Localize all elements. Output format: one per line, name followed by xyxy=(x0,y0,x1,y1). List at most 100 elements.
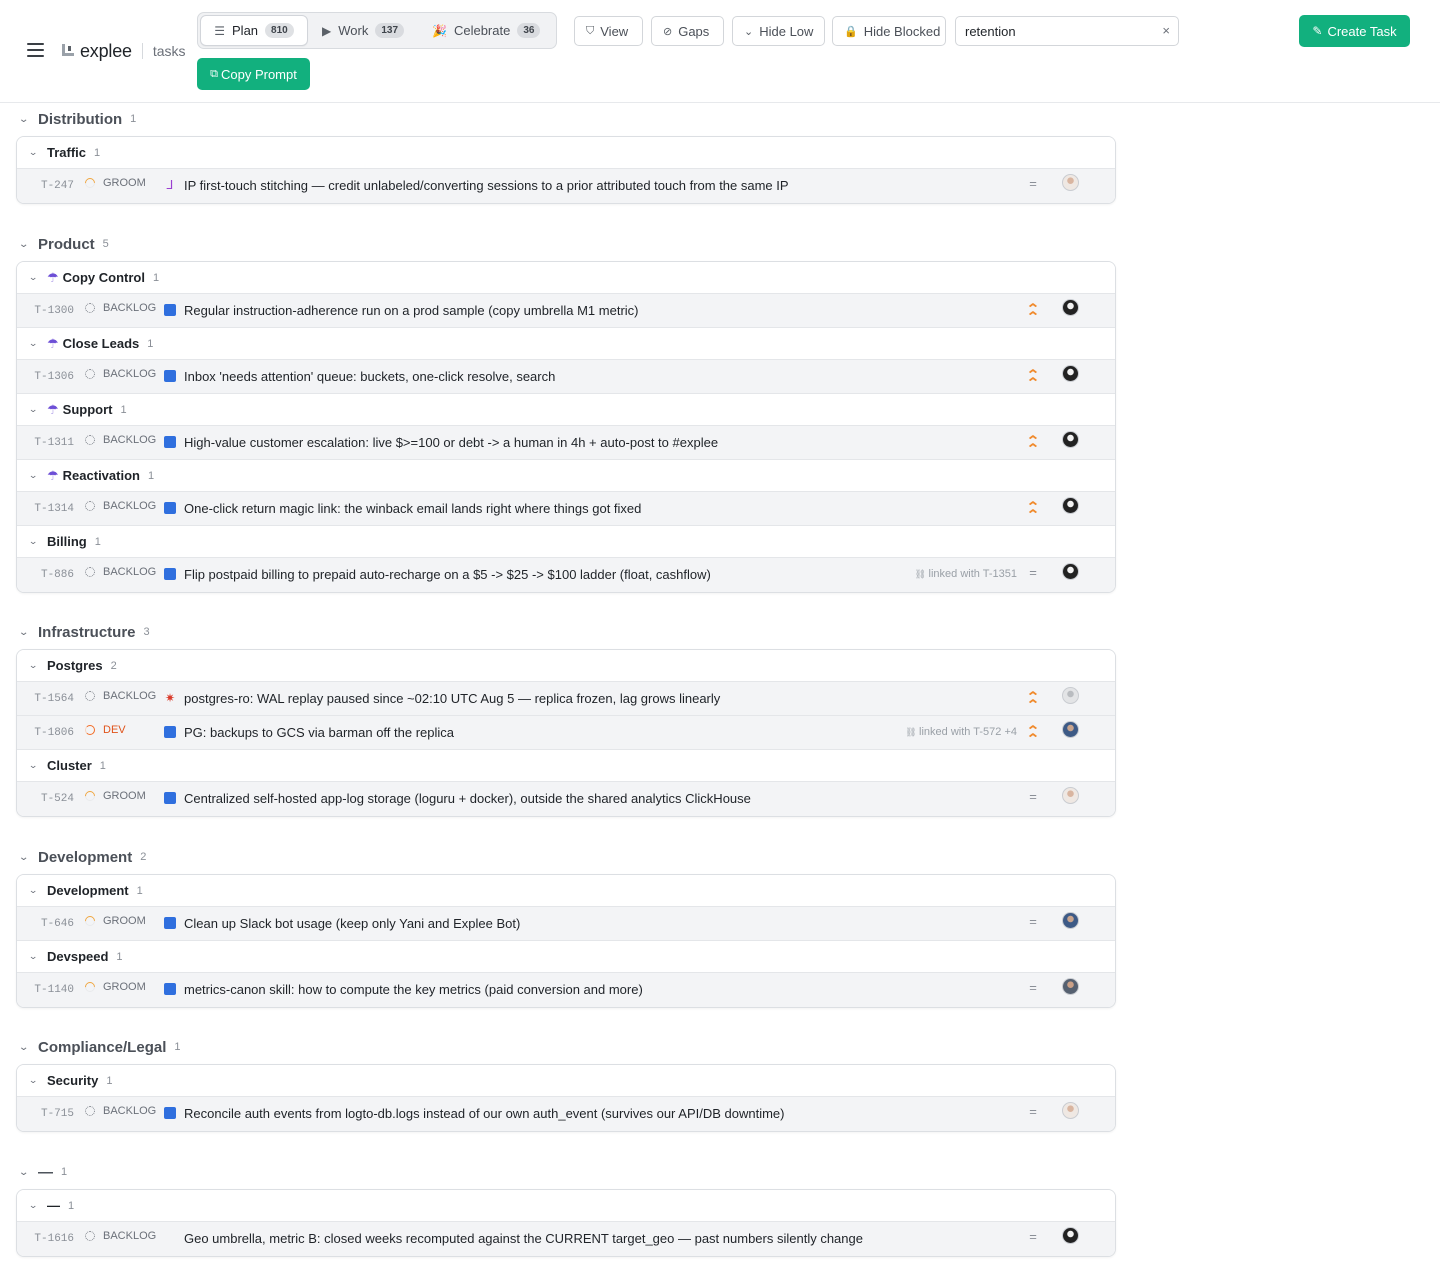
task-title[interactable]: Regular instruction-adherence run on a p… xyxy=(184,303,639,318)
chevron-down-icon[interactable]: ⌄ xyxy=(28,470,44,481)
status-badge[interactable]: GROOM xyxy=(82,979,146,995)
status-badge[interactable]: BACKLOG xyxy=(85,1105,156,1117)
subgroup-header[interactable]: ⌄ Devspeed 1 xyxy=(17,941,1115,973)
chevron-down-icon[interactable]: ⌄ xyxy=(18,1042,34,1053)
avatar[interactable] xyxy=(1062,1102,1079,1119)
task-title[interactable]: Reconcile auth events from logto-db.logs… xyxy=(184,1106,784,1121)
chevron-down-icon[interactable]: ⌄ xyxy=(28,885,44,896)
task-title[interactable]: Geo umbrella, metric B: closed weeks rec… xyxy=(184,1231,863,1246)
priority-medium-icon[interactable]: = xyxy=(1026,980,1040,995)
task-row[interactable]: T-1616 BACKLOG Geo umbrella, metric B: clo… xyxy=(17,1222,1115,1256)
subgroup-header[interactable]: ⌄ Billing 1 xyxy=(17,526,1115,558)
task-title[interactable]: PG: backups to GCS via barman off the re… xyxy=(184,725,454,740)
task-title[interactable]: IP first-touch stitching — credit unlabe… xyxy=(184,178,789,193)
avatar[interactable] xyxy=(1062,721,1079,738)
task-title[interactable]: Clean up Slack bot usage (keep only Yani… xyxy=(184,916,520,931)
status-badge[interactable]: BACKLOG xyxy=(85,302,156,314)
task-row[interactable]: T-715 BACKLOG Reconcile auth events from l… xyxy=(17,1097,1115,1131)
task-row[interactable]: T-247 GROOM ⅃ IP first-touch stitching — cr… xyxy=(17,169,1115,203)
subgroup-header[interactable]: ⌄ ☂ Reactivation 1 xyxy=(17,460,1115,492)
chevron-down-icon[interactable]: ⌄ xyxy=(28,147,44,158)
priority-high-icon[interactable]: ⌃ ⌃ xyxy=(1024,690,1042,711)
chevron-down-icon[interactable]: ⌄ xyxy=(28,404,44,415)
logo[interactable]: explee tasks xyxy=(62,40,186,62)
chevron-down-icon[interactable]: ⌄ xyxy=(18,114,34,125)
priority-medium-icon[interactable]: = xyxy=(1026,1104,1040,1119)
gaps-filter-button[interactable]: ⊘ Gaps xyxy=(651,16,724,46)
status-badge[interactable]: BACKLOG xyxy=(85,690,156,702)
task-row[interactable]: T-524 GROOM Centralized self-hosted app-lo… xyxy=(17,782,1115,816)
group-header[interactable]: ⌄ Product 5 xyxy=(18,233,109,255)
subgroup-header[interactable]: ⌄ Security 1 xyxy=(17,1065,1115,1097)
menu-icon[interactable] xyxy=(27,43,45,57)
status-badge[interactable]: DEV xyxy=(85,724,126,736)
chevron-down-icon[interactable]: ⌄ xyxy=(28,760,44,771)
create-task-button[interactable]: ✎ Create Task xyxy=(1299,15,1410,47)
task-row[interactable]: T-1564 BACKLOG ✷ postgres-ro: WAL replay pa… xyxy=(17,682,1115,716)
group-header[interactable]: ⌄ — 1 xyxy=(18,1161,67,1183)
avatar[interactable] xyxy=(1062,365,1079,382)
task-title[interactable]: metrics-canon skill: how to compute the … xyxy=(184,982,643,997)
subgroup-header[interactable]: ⌄ Traffic 1 xyxy=(17,137,1115,169)
priority-high-icon[interactable]: ⌃ ⌃ xyxy=(1024,302,1042,323)
group-header[interactable]: ⌄ Compliance/Legal 1 xyxy=(18,1036,180,1058)
tab-celebrate[interactable]: 🎉 Celebrate 36 xyxy=(432,15,541,46)
status-badge[interactable]: GROOM xyxy=(82,175,146,191)
task-row[interactable]: T-646 GROOM Clean up Slack bot usage (keep… xyxy=(17,907,1115,941)
chevron-down-icon[interactable]: ⌄ xyxy=(28,951,44,962)
subgroup-header[interactable]: ⌄ ☂ Copy Control 1 xyxy=(17,262,1115,294)
avatar[interactable] xyxy=(1062,978,1079,995)
task-row[interactable]: T-1140 GROOM metrics-canon skill: how to c… xyxy=(17,973,1115,1007)
status-badge[interactable]: BACKLOG xyxy=(85,500,156,512)
task-title[interactable]: Inbox 'needs attention' queue: buckets, … xyxy=(184,369,555,384)
clear-search-icon[interactable]: × xyxy=(1162,23,1170,38)
priority-high-icon[interactable]: ⌃ ⌃ xyxy=(1024,724,1042,745)
avatar[interactable] xyxy=(1062,787,1079,804)
subgroup-header[interactable]: ⌄ ☂ Close Leads 1 xyxy=(17,328,1115,360)
view-filter-button[interactable]: ⛉ View xyxy=(574,16,643,46)
avatar[interactable] xyxy=(1062,1227,1079,1244)
status-badge[interactable]: BACKLOG xyxy=(85,1230,156,1242)
chevron-down-icon[interactable]: ⌄ xyxy=(28,272,44,283)
task-row[interactable]: T-1806 DEV PG: backups to GCS via barman o… xyxy=(17,716,1115,750)
priority-medium-icon[interactable]: = xyxy=(1026,565,1040,580)
search-field[interactable]: × xyxy=(955,16,1179,46)
linked-tasks[interactable]: ⛓ linked with T-1351 xyxy=(915,568,1017,580)
status-badge[interactable]: BACKLOG xyxy=(85,434,156,446)
avatar[interactable] xyxy=(1062,912,1079,929)
task-row[interactable]: T-1300 BACKLOG Regular instruction-adheren… xyxy=(17,294,1115,328)
chevron-down-icon[interactable]: ⌄ xyxy=(18,1167,34,1178)
task-title[interactable]: Flip postpaid billing to prepaid auto-re… xyxy=(184,567,711,582)
task-row[interactable]: T-1311 BACKLOG High-value customer escalat… xyxy=(17,426,1115,460)
task-title[interactable]: One-click return magic link: the winback… xyxy=(184,501,641,516)
task-row[interactable]: T-1314 BACKLOG One-click return magic link… xyxy=(17,492,1115,526)
avatar[interactable] xyxy=(1062,431,1079,448)
subgroup-header[interactable]: ⌄ Cluster 1 xyxy=(17,750,1115,782)
avatar[interactable] xyxy=(1062,687,1079,704)
avatar[interactable] xyxy=(1062,174,1079,191)
linked-tasks[interactable]: ⛓ linked with T-572 +4 xyxy=(905,726,1017,738)
task-title[interactable]: postgres-ro: WAL replay paused since ~02… xyxy=(184,691,720,706)
hide-blocked-button[interactable]: 🔒 Hide Blocked xyxy=(832,16,946,46)
chevron-down-icon[interactable]: ⌄ xyxy=(18,852,34,863)
subgroup-header[interactable]: ⌄ ☂ Support 1 xyxy=(17,394,1115,426)
chevron-down-icon[interactable]: ⌄ xyxy=(18,627,34,638)
chevron-down-icon[interactable]: ⌄ xyxy=(28,536,44,547)
hide-low-button[interactable]: ⌄ Hide Low xyxy=(732,16,825,46)
tab-work[interactable]: ▶ Work 137 xyxy=(322,15,405,46)
avatar[interactable] xyxy=(1062,497,1079,514)
task-title[interactable]: Centralized self-hosted app-log storage … xyxy=(184,791,751,806)
subgroup-header[interactable]: ⌄ Development 1 xyxy=(17,875,1115,907)
group-header[interactable]: ⌄ Distribution 1 xyxy=(18,108,136,130)
priority-high-icon[interactable]: ⌃ ⌃ xyxy=(1024,434,1042,455)
status-badge[interactable]: BACKLOG xyxy=(85,566,156,578)
priority-medium-icon[interactable]: = xyxy=(1026,1229,1040,1244)
task-row[interactable]: T-1306 BACKLOG Inbox 'needs attention' que… xyxy=(17,360,1115,394)
search-input[interactable] xyxy=(965,22,1145,40)
status-badge[interactable]: GROOM xyxy=(82,913,146,929)
task-row[interactable]: T-886 BACKLOG Flip postpaid billing to pre… xyxy=(17,558,1115,592)
status-badge[interactable]: GROOM xyxy=(82,788,146,804)
copy-prompt-button[interactable]: ⧉ Copy Prompt xyxy=(197,58,310,90)
chevron-down-icon[interactable]: ⌄ xyxy=(28,660,44,671)
group-header[interactable]: ⌄ Development 2 xyxy=(18,846,146,868)
